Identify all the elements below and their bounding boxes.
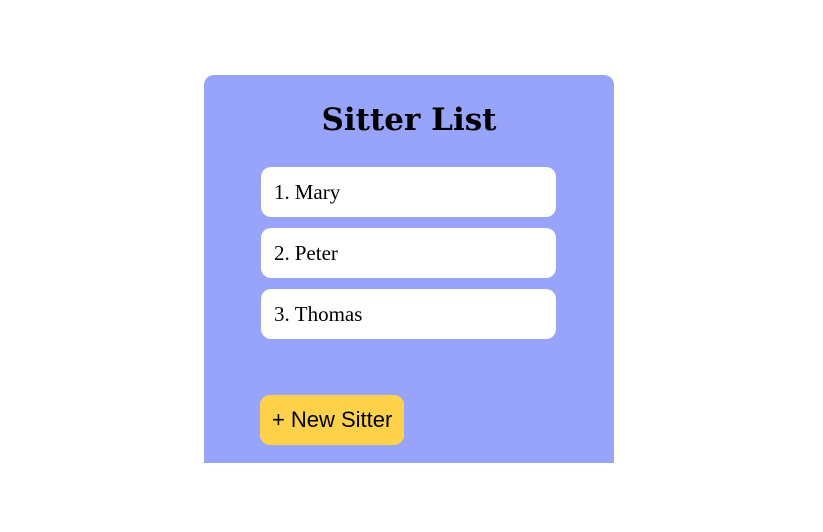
list-item[interactable]: 3. Thomas: [261, 289, 556, 339]
sitter-list-panel: Sitter List 1. Mary 2. Peter 3. Thomas +…: [204, 75, 614, 463]
new-sitter-button[interactable]: + New Sitter: [260, 395, 405, 445]
page-title: Sitter List: [321, 102, 497, 138]
new-sitter-label: New Sitter: [290, 407, 393, 432]
list-item[interactable]: 2. Peter: [261, 228, 556, 278]
plus-icon: +: [272, 407, 285, 432]
sitter-name: Thomas: [294, 301, 363, 326]
sitter-list: 1. Mary 2. Peter 3. Thomas: [261, 167, 556, 350]
sitter-name: Mary: [294, 179, 341, 204]
sitter-number: 2.: [274, 240, 290, 265]
sitter-number: 1.: [274, 179, 290, 204]
list-item[interactable]: 1. Mary: [261, 167, 556, 217]
sitter-name: Peter: [294, 240, 338, 265]
sitter-number: 3.: [274, 301, 290, 326]
